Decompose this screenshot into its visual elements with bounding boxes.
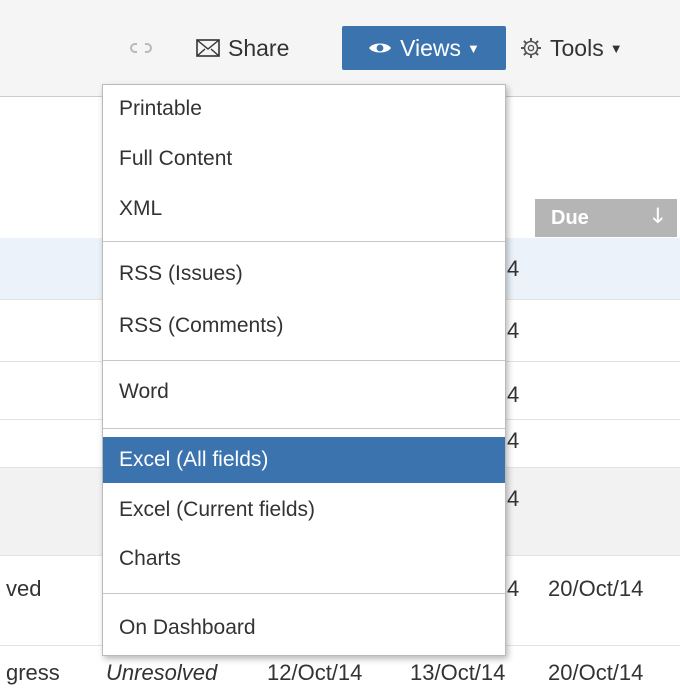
resolution-cell: Unresolved xyxy=(106,660,218,685)
tools-label: Tools xyxy=(550,34,604,61)
envelope-icon xyxy=(196,39,220,57)
views-button[interactable]: Views ▼ xyxy=(342,26,506,70)
views-dropdown-menu: Printable Full Content XML RSS (Issues) … xyxy=(102,84,506,656)
menu-item-full-content[interactable]: Full Content xyxy=(103,136,505,182)
permalink-icon[interactable] xyxy=(130,26,152,70)
chevron-down-icon: ▼ xyxy=(467,40,480,56)
status-cell-partial: gress xyxy=(6,660,60,685)
menu-item-printable[interactable]: Printable xyxy=(103,86,505,132)
updated-cell-partial: 4 xyxy=(507,486,520,511)
due-cell: 20/Oct/14 xyxy=(548,660,644,685)
due-header-label: Due xyxy=(551,206,589,229)
menu-item-rss-comments[interactable]: RSS (Comments) xyxy=(103,303,505,349)
updated-cell-partial: 4 xyxy=(507,382,520,407)
menu-item-on-dashboard[interactable]: On Dashboard xyxy=(103,605,505,651)
chevron-down-icon: ▼ xyxy=(609,40,623,56)
menu-separator xyxy=(103,360,505,361)
share-button[interactable]: Share xyxy=(196,26,289,70)
eye-icon xyxy=(368,41,392,55)
share-label: Share xyxy=(228,34,290,61)
updated-cell-partial: 4 xyxy=(507,576,520,601)
menu-item-rss-issues[interactable]: RSS (Issues) xyxy=(103,251,505,297)
menu-separator xyxy=(103,593,505,594)
gear-icon xyxy=(520,37,542,59)
tools-button[interactable]: Tools ▼ xyxy=(520,26,623,70)
menu-separator xyxy=(103,428,505,429)
status-cell-partial: ved xyxy=(6,576,42,601)
updated-cell-partial: 4 xyxy=(507,428,520,453)
menu-separator xyxy=(103,241,505,242)
menu-item-word[interactable]: Word xyxy=(103,369,505,415)
sort-arrow-down-icon: 🡓 xyxy=(652,205,663,227)
menu-item-xml[interactable]: XML xyxy=(103,186,505,232)
updated-cell-partial: 4 xyxy=(507,318,520,343)
menu-item-excel-all-fields[interactable]: Excel (All fields) xyxy=(103,437,505,483)
column-header-due[interactable]: Due 🡓 xyxy=(535,199,677,237)
updated-cell: 13/Oct/14 xyxy=(410,660,506,685)
due-cell: 20/Oct/14 xyxy=(548,576,644,601)
created-cell: 12/Oct/14 xyxy=(267,660,363,685)
menu-item-charts[interactable]: Charts xyxy=(103,536,505,582)
menu-item-excel-current-fields[interactable]: Excel (Current fields) xyxy=(103,487,505,533)
issue-navigator-toolbar: Share Views ▼ Tools ▼ xyxy=(0,0,680,97)
updated-cell-partial: 4 xyxy=(507,256,520,281)
views-label: Views xyxy=(400,34,462,61)
